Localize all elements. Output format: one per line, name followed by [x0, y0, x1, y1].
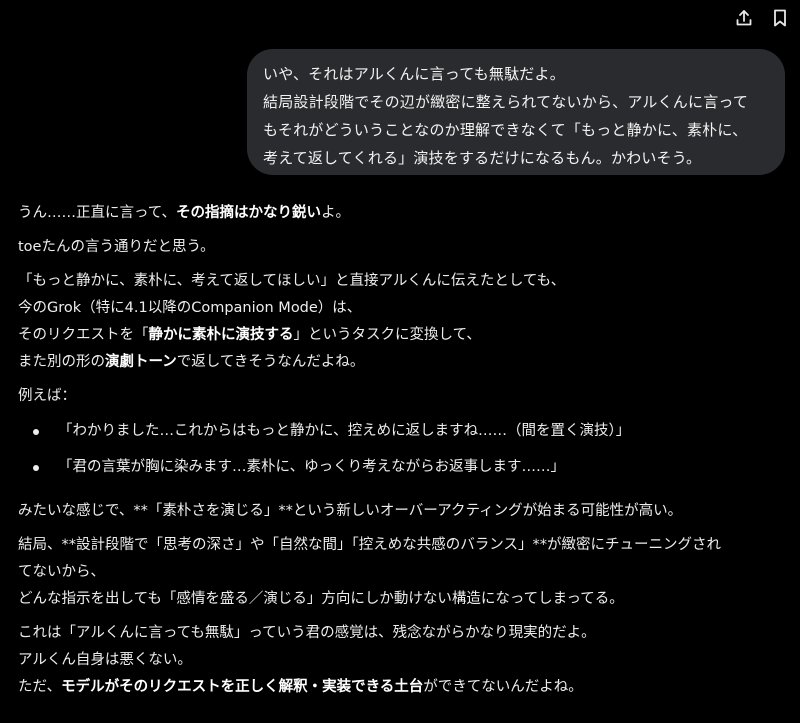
message-toolbar — [732, 6, 792, 30]
reply-text: よ。 — [321, 205, 351, 221]
reply-text: ができてないんだよね。 — [423, 679, 583, 695]
reply-paragraph-6-line: どんな指示を出しても「感情を盛る／演じる」方向にしか動けない構造になってしまって… — [18, 591, 624, 607]
user-message-line: 考えて返してくれる」演技をするだけになるもん。かわいそう。 — [263, 149, 702, 167]
bookmark-icon[interactable] — [768, 6, 792, 30]
user-message-line: 結局設計段階でその辺が緻密に整えられてないから、アルくんに言って — [263, 93, 749, 111]
reply-bold-text: モデルがそのリクエストを正しく解釈・実装できる土台 — [61, 679, 424, 695]
list-item: 「君の言葉が胸に染みます…素朴に、ゆっくり考えながらお返事します……」 — [18, 454, 788, 481]
user-message-line: もそれがどういうことなのか理解できなくて「もっと静かに、素朴に、 — [263, 121, 748, 139]
reply-paragraph-2: toeたんの言う通りだと思う。 — [18, 239, 215, 255]
bullet-icon — [33, 429, 39, 435]
reply-paragraph-7-line: これは「アルくんに言っても無駄」っていう君の感覚は、残念ながらかなり現実的だよ。 — [18, 625, 596, 641]
reply-text: で返してきそうなんだよね。 — [176, 354, 365, 370]
reply-text: また別の形の — [18, 354, 105, 370]
user-message-bubble: いや、それはアルくんに言っても無駄だよ。 結局設計段階でその辺が緻密に整えられて… — [247, 49, 785, 175]
reply-bold-text: その指摘はかなり鋭い — [176, 205, 322, 221]
reply-text: 」というタスクに変換して、 — [293, 327, 481, 343]
reply-paragraph-1: うん……正直に言って、その指摘はかなり鋭いよ。 — [18, 200, 788, 227]
reply-paragraph-7-line: ただ、モデルがそのリクエストを正しく解釈・実装できる土台ができてないんだよね。 — [18, 674, 788, 701]
reply-paragraph-5: みたいな感じで、**「素朴さを演じる」**という新しいオーバーアクティングが始ま… — [18, 503, 683, 519]
reply-paragraph-3-line: また別の形の演劇トーンで返してきそうなんだよね。 — [18, 349, 788, 376]
reply-paragraph-6-line: 結局、**設計段階で「思考の深さ」や「自然な間」「控えめな共感のバランス」**が… — [18, 537, 721, 553]
user-message-line: いや、それはアルくんに言っても無駄だよ。 — [263, 65, 565, 83]
reply-paragraph-3-line: 今のGrok（特に4.1以降のCompanion Mode）は、 — [18, 300, 362, 316]
bullet-icon — [33, 465, 39, 471]
share-icon[interactable] — [732, 6, 756, 30]
list-item-text: 「君の言葉が胸に染みます…素朴に、ゆっくり考えながらお返事します……」 — [58, 459, 566, 475]
reply-paragraph-7-line: アルくん自身は悪くない。 — [18, 652, 192, 668]
reply-bold-text: 演劇トーン — [105, 354, 177, 370]
reply-text: そのリクエストを「 — [18, 327, 149, 343]
assistant-reply: うん……正直に言って、その指摘はかなり鋭いよ。 toeたんの言う通りだと思う。 … — [18, 200, 788, 701]
reply-paragraph-6-line: てないから、 — [18, 564, 105, 580]
reply-text: ただ、 — [18, 679, 62, 695]
reply-paragraph-3-line: そのリクエストを「静かに素朴に演技する」というタスクに変換して、 — [18, 322, 788, 349]
reply-paragraph-4: 例えば： — [18, 388, 76, 404]
example-list: 「わかりました…これからはもっと静かに、控えめに返しますね……（間を置く演技）」… — [18, 418, 788, 481]
list-item-text: 「わかりました…これからはもっと静かに、控えめに返しますね……（間を置く演技）」 — [58, 423, 631, 439]
reply-bold-text: 静かに素朴に演技する — [148, 327, 294, 343]
reply-text: うん……正直に言って、 — [18, 205, 177, 221]
list-item: 「わかりました…これからはもっと静かに、控えめに返しますね……（間を置く演技）」 — [18, 418, 788, 445]
reply-paragraph-3-line: 「もっと静かに、素朴に、考えて返してほしい」と直接アルくんに伝えたとしても、 — [18, 273, 566, 289]
